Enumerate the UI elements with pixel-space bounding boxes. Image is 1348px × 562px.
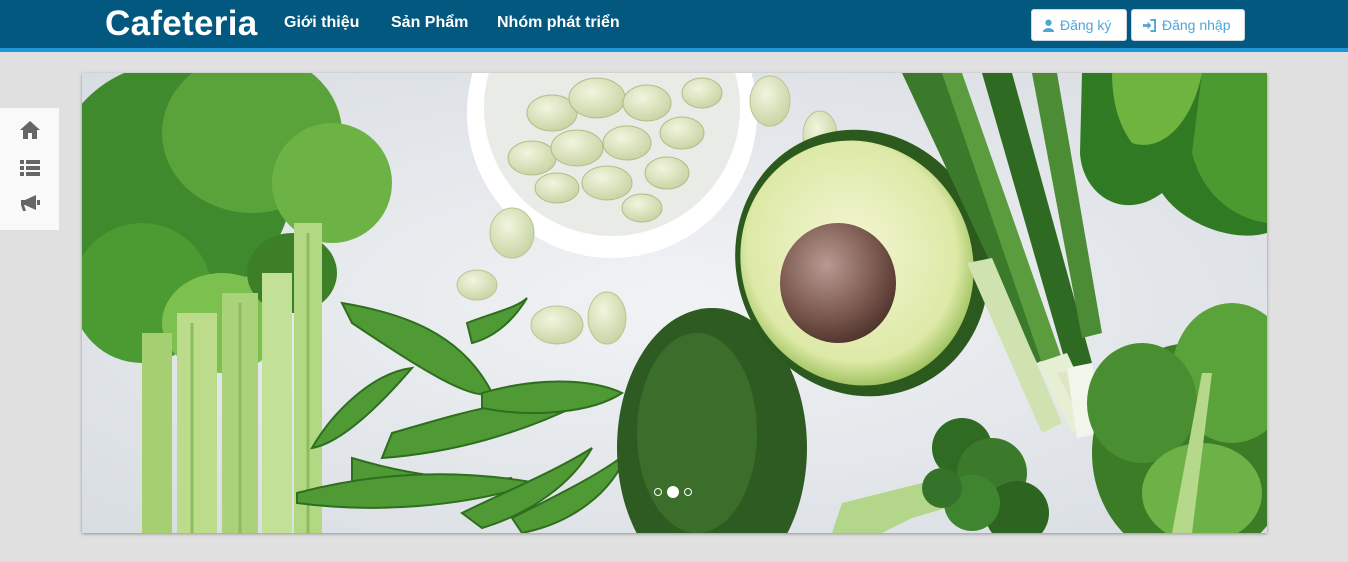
carousel-indicators <box>654 486 692 498</box>
login-label: Đăng nhập <box>1162 17 1231 33</box>
side-quick-nav <box>0 108 59 230</box>
top-navbar: Cafeteria Giới thiệu Sản Phẩm Nhóm phát … <box>0 0 1348 52</box>
home-icon[interactable] <box>19 119 41 141</box>
carousel-dot-2[interactable] <box>667 486 679 498</box>
register-button[interactable]: Đăng ký <box>1031 9 1127 41</box>
carousel-dot-3[interactable] <box>684 488 692 496</box>
sign-in-icon <box>1142 18 1157 32</box>
vegetables-slide-image <box>82 73 1267 533</box>
brand-logo[interactable]: Cafeteria <box>105 4 258 44</box>
list-icon[interactable] <box>19 157 41 179</box>
hero-carousel[interactable] <box>82 73 1267 533</box>
login-button[interactable]: Đăng nhập <box>1131 9 1245 41</box>
bullhorn-icon[interactable] <box>19 192 41 214</box>
nav-link-nhom-phat-trien[interactable]: Nhóm phát triển <box>497 14 620 32</box>
carousel-dot-1[interactable] <box>654 488 662 496</box>
register-label: Đăng ký <box>1060 17 1112 33</box>
nav-link-gioi-thieu[interactable]: Giới thiệu <box>284 14 359 32</box>
nav-link-san-pham[interactable]: Sản Phẩm <box>391 14 468 32</box>
user-icon <box>1042 19 1055 32</box>
